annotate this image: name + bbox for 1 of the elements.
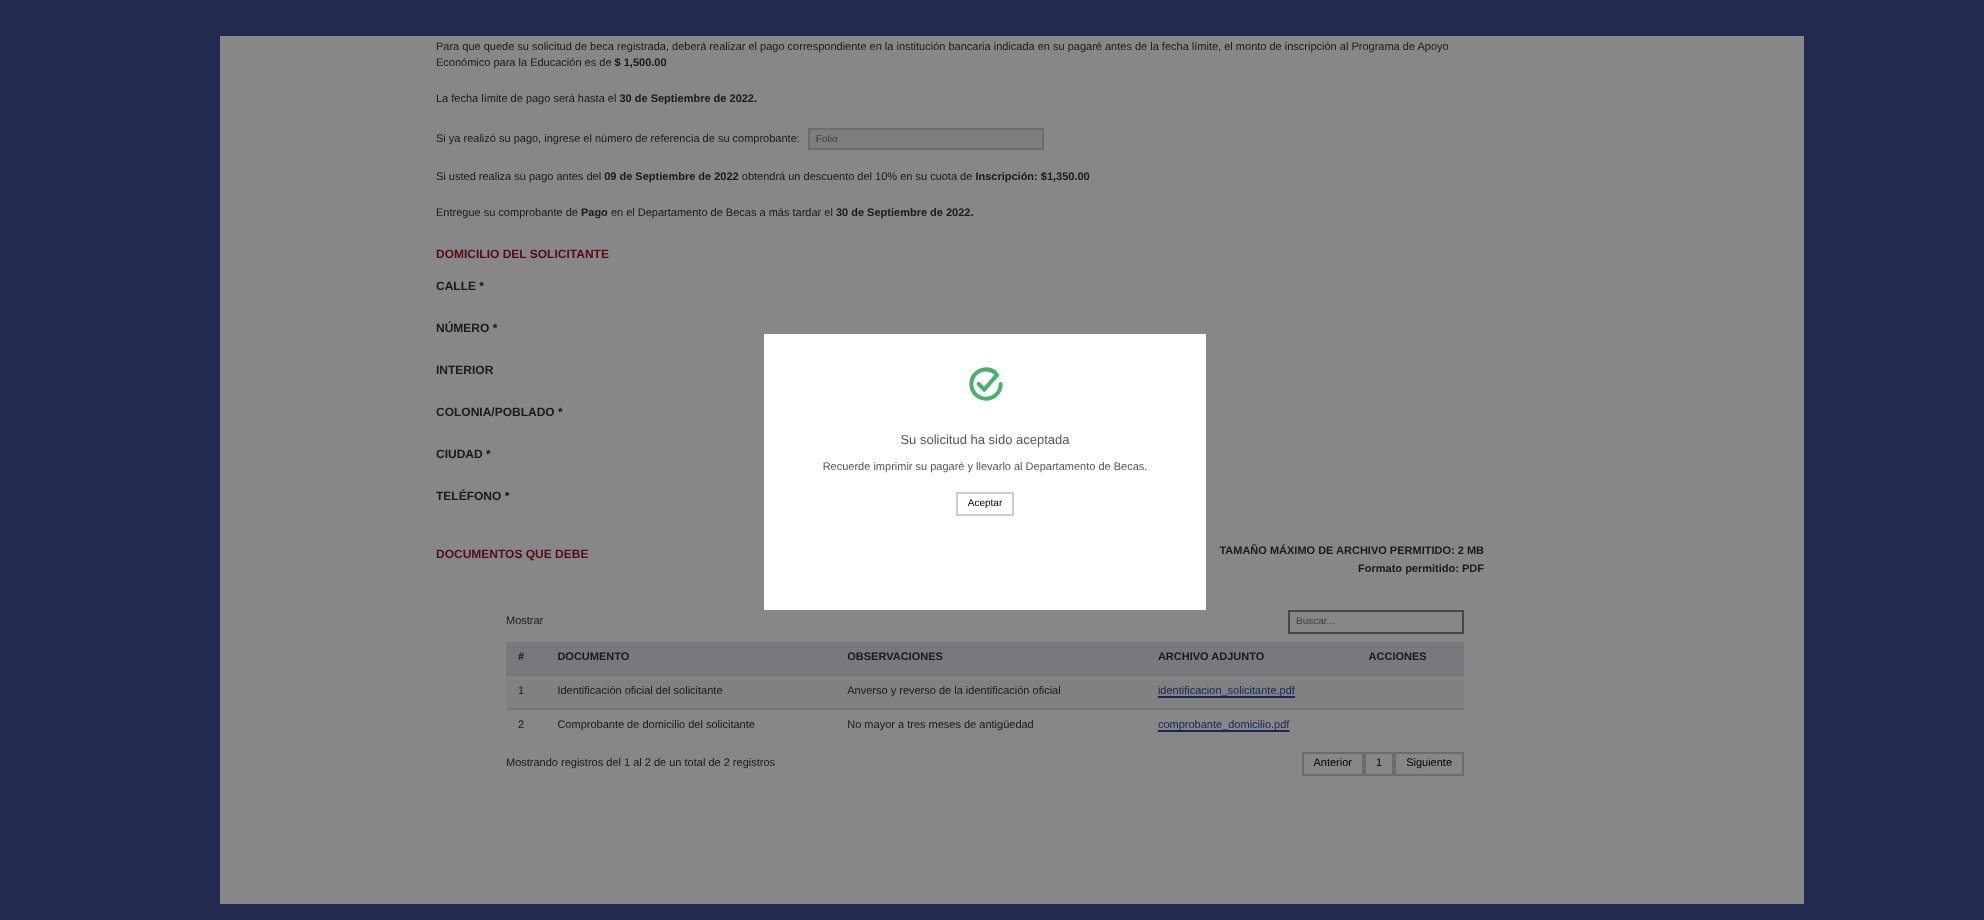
checkmark-icon xyxy=(963,362,1007,406)
